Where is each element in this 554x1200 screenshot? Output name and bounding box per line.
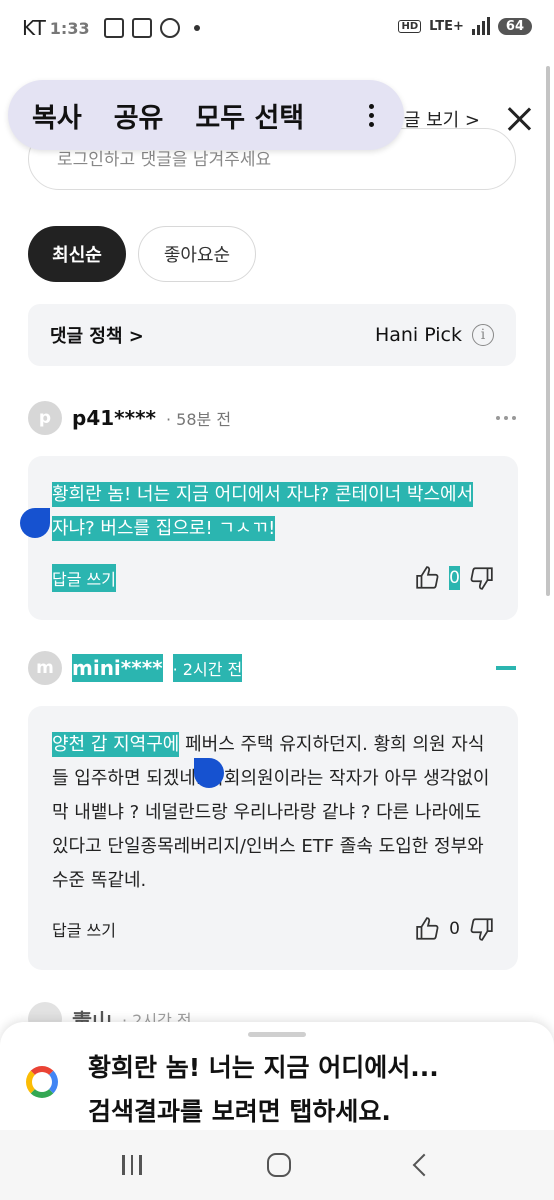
google-search-sheet[interactable]: 황희란 놈! 너는 지금 어디에서... 검색결과를 보려면 탭하세요.	[0, 1022, 554, 1130]
comment-time: · 58분 전	[165, 410, 232, 429]
comment-menu-icon[interactable]	[496, 416, 516, 420]
selection-end-handle[interactable]	[194, 758, 224, 788]
search-hint: 검색결과를 보려면 탭하세요.	[88, 1097, 391, 1126]
text-selection-menu: 복사 공유 모두 선택	[8, 80, 404, 150]
home-icon[interactable]	[266, 1153, 291, 1177]
comment-input-placeholder: 로그인하고 댓글을 남겨주세요	[57, 150, 272, 170]
recent-apps-icon[interactable]	[122, 1155, 142, 1175]
more-options-icon[interactable]	[369, 103, 374, 127]
sort-latest-button[interactable]: 최신순	[28, 226, 126, 282]
sheet-grip-handle[interactable]	[248, 1032, 306, 1037]
signal-icon	[471, 17, 490, 35]
comment-author[interactable]: mini****	[72, 654, 163, 682]
comment-item: m mini**** · 2시간 전 양천 갑 지역구에 페버스 주택 유지하던…	[28, 650, 518, 970]
scrollbar[interactable]	[546, 66, 550, 596]
avatar: p	[28, 401, 62, 435]
thumbs-down-icon[interactable]	[468, 565, 494, 591]
pill-icon	[159, 18, 180, 38]
selection-start-handle[interactable]	[20, 508, 50, 538]
comment-item: p p41**** · 58분 전 황희란 놈! 너는 지금 어디에서 자냐? …	[28, 400, 518, 620]
avatar: m	[28, 651, 62, 685]
like-count: 0	[449, 566, 460, 590]
comment-time: · 2시간 전	[172, 654, 243, 682]
comment-policy-bar: 댓글 정책 > Hani Pick i	[28, 304, 516, 366]
reply-button[interactable]: 답글 쓰기	[52, 917, 116, 941]
comment-text: 페버스 주택 유지하던지. 황희 의원 자식들 입주하면 되겠네. 국회의원이라…	[52, 734, 490, 891]
share-button[interactable]: 공유	[114, 96, 164, 135]
like-count: 0	[449, 919, 460, 939]
system-navigation-bar	[0, 1130, 554, 1200]
info-icon[interactable]: i	[472, 324, 494, 346]
carrier-label: KT	[22, 16, 46, 40]
hd-icon: HD	[398, 19, 422, 33]
thumbs-up-icon[interactable]	[415, 916, 441, 942]
comment-text: 황희란 놈! 너는 지금 어디에서 자냐? 콘테이너 박스에서 자냐? 버스를 …	[52, 482, 474, 541]
thumbs-up-icon[interactable]	[415, 565, 441, 591]
notification-dot-icon	[193, 25, 200, 31]
comment-text-selected: 양천 갑 지역구에	[52, 732, 180, 757]
google-logo-icon	[26, 1066, 58, 1098]
comment-policy-link[interactable]: 댓글 정책 >	[50, 322, 144, 348]
select-all-button[interactable]: 모두 선택	[195, 96, 304, 135]
clock: 1:33	[49, 18, 90, 38]
copy-button[interactable]: 복사	[32, 96, 82, 135]
back-icon[interactable]	[412, 1153, 435, 1177]
comment-author[interactable]: p41****	[72, 406, 156, 430]
qr-icon	[131, 18, 152, 38]
comment-menu-icon[interactable]	[496, 666, 516, 670]
search-query-title: 황희란 놈! 너는 지금 어디에서...	[88, 1053, 439, 1082]
battery-indicator: 64	[497, 17, 532, 35]
reply-button[interactable]: 답글 쓰기	[52, 564, 116, 592]
sort-popular-button[interactable]: 좋아요순	[138, 226, 256, 282]
screenshot-icon	[103, 18, 124, 38]
close-icon[interactable]	[504, 104, 534, 134]
thumbs-down-icon[interactable]	[468, 916, 494, 942]
status-bar: KT 1:33 HD LTE+ 64	[0, 0, 554, 58]
network-type: LTE+	[429, 18, 464, 34]
hani-pick-label: Hani Pick	[374, 324, 462, 346]
